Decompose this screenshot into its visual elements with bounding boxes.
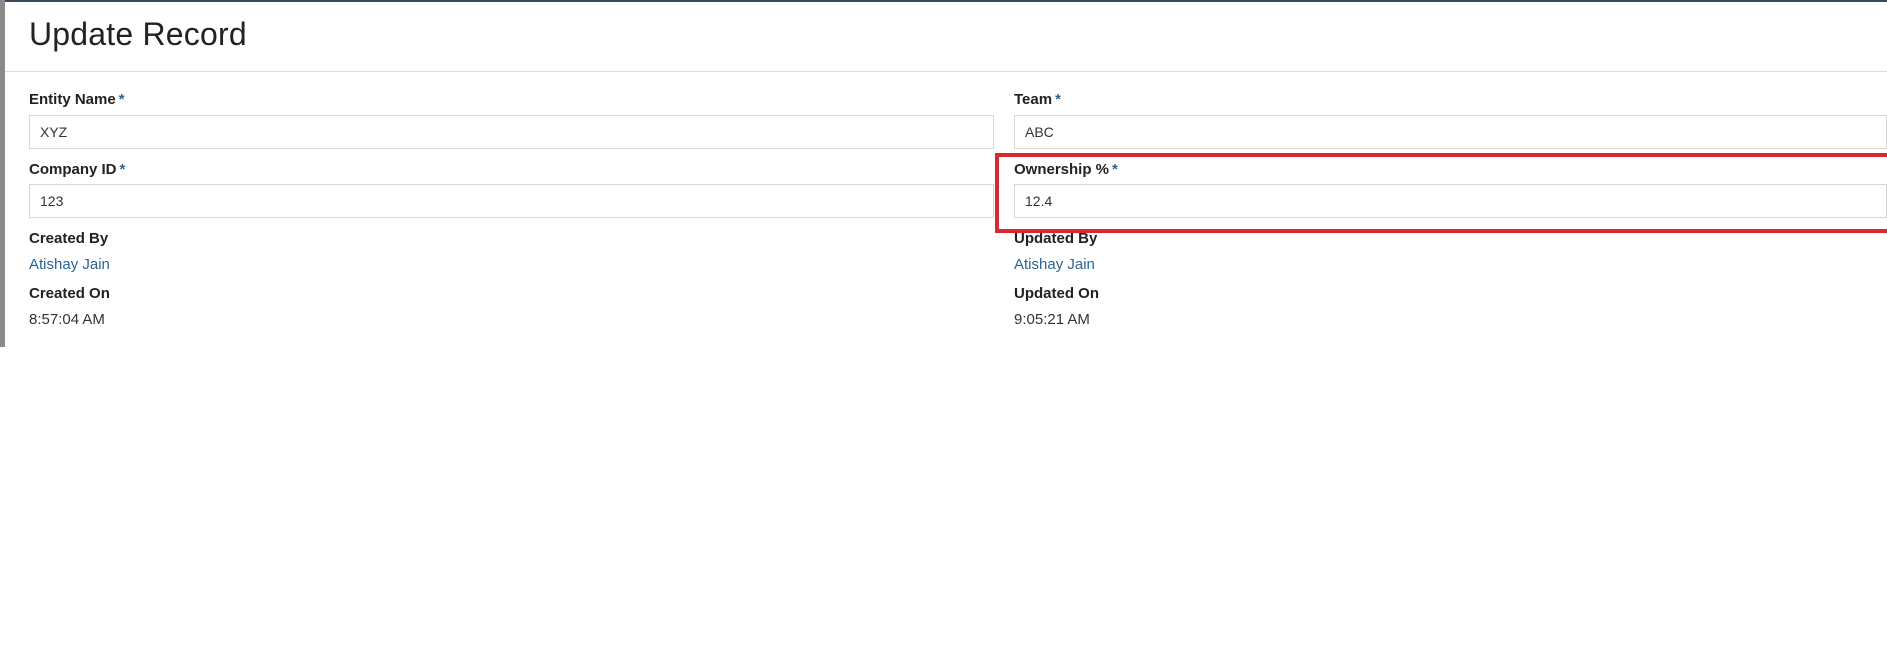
created-by-user-link[interactable]: Atishay Jain [29, 256, 110, 273]
entity-name-label: Entity Name * [29, 91, 125, 108]
top-strip [0, 0, 1887, 2]
updated-by-user-link[interactable]: Atishay Jain [1014, 256, 1095, 273]
company-id-label-text: Company ID [29, 161, 117, 178]
ownership-input[interactable] [1014, 184, 1887, 218]
required-marker: * [1055, 91, 1061, 108]
ownership-label: Ownership % * [1014, 161, 1118, 178]
required-marker: * [118, 91, 125, 108]
updated-by-label: Updated By [1014, 230, 1098, 247]
ownership-label-text: Ownership % [1014, 161, 1110, 178]
created-by-label: Created By [29, 230, 109, 247]
updated-on-value: 9:05:21 AM [1014, 311, 1090, 328]
team-input[interactable] [1014, 115, 1887, 149]
entity-name-label-text: Entity Name [29, 91, 116, 108]
company-id-label: Company ID * [29, 161, 125, 178]
company-id-input[interactable] [29, 184, 994, 218]
page-title: Update Record [29, 16, 247, 52]
created-on-value: 8:57:04 AM [29, 311, 105, 328]
header-divider [5, 71, 1887, 72]
team-label: Team * [1014, 91, 1061, 108]
team-label-text: Team [1014, 91, 1053, 108]
left-edge-bar [0, 0, 5, 347]
entity-name-input[interactable] [29, 115, 994, 149]
required-marker: * [1112, 161, 1118, 178]
created-on-label: Created On [29, 285, 110, 302]
updated-on-label: Updated On [1014, 285, 1099, 302]
required-marker: * [119, 161, 126, 178]
